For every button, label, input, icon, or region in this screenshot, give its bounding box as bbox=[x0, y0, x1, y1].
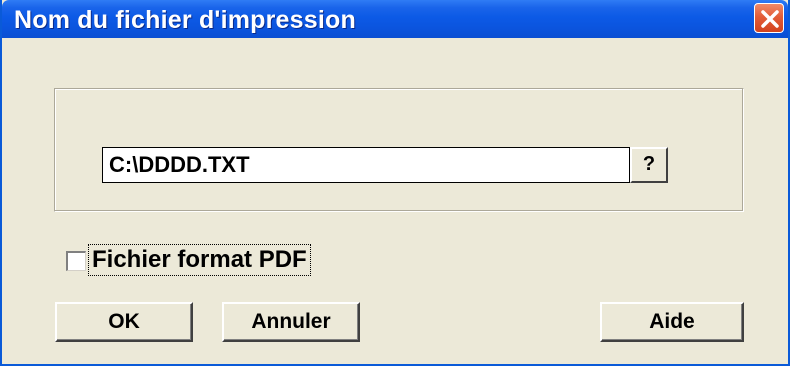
pdf-format-checkbox[interactable] bbox=[66, 251, 86, 271]
browse-button[interactable]: ? bbox=[630, 147, 668, 183]
pdf-format-label[interactable]: Fichier format PDF bbox=[88, 244, 311, 276]
file-path-input[interactable] bbox=[102, 147, 630, 183]
close-icon bbox=[761, 10, 779, 28]
title-bar[interactable]: Nom du fichier d'impression bbox=[2, 0, 788, 38]
help-button[interactable]: Aide bbox=[600, 302, 744, 342]
window-title: Nom du fichier d'impression bbox=[14, 6, 356, 34]
cancel-button[interactable]: Annuler bbox=[222, 302, 360, 342]
ok-button[interactable]: OK bbox=[55, 302, 193, 342]
print-filename-dialog: Nom du fichier d'impression ? Fichier fo… bbox=[0, 0, 790, 366]
close-button[interactable] bbox=[754, 3, 784, 33]
